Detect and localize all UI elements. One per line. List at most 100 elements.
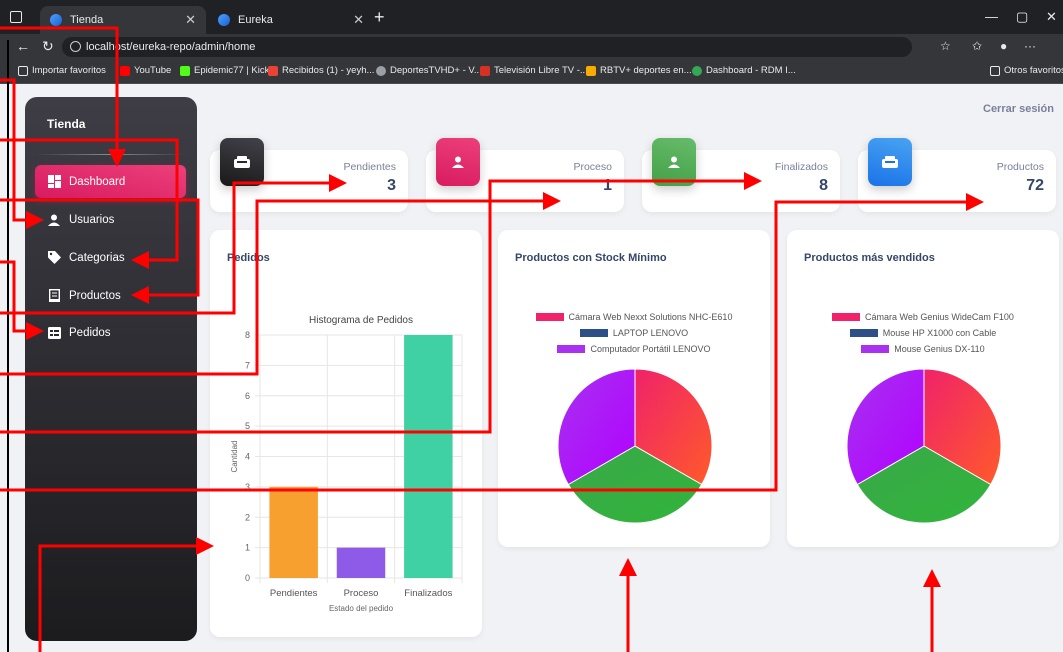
bookmark-rbtv[interactable]: RBTV+ deportes en...	[586, 65, 692, 76]
bar	[269, 486, 318, 578]
browser-titlebar: Tienda ✕ Eureka ✕ + — ▢ ✕	[0, 0, 1063, 34]
sidebar-item-categorias[interactable]: Categorias	[35, 241, 186, 274]
stat-value: 1	[603, 177, 612, 194]
x-tick-label: Pendientes	[270, 588, 318, 599]
inbox-icon	[882, 156, 898, 168]
url-text: localhost/eureka-repo/admin/home	[86, 41, 256, 53]
dashboard-bookmark-icon	[692, 65, 702, 76]
x-axis-label: Estado del pedido	[329, 604, 394, 613]
stat-badge	[220, 138, 264, 186]
gmail-icon	[268, 65, 278, 76]
pie-chart-vendidos	[846, 368, 1002, 524]
profile-icon[interactable]: ●	[1000, 39, 1007, 53]
tab-favicon-icon	[50, 14, 62, 26]
maximize-icon[interactable]: ▢	[1016, 9, 1028, 25]
chart-title: Histograma de Pedidos	[309, 315, 413, 326]
logout-link[interactable]: Cerrar sesión	[983, 103, 1054, 115]
orders-icon	[47, 326, 61, 340]
panel-pedidos: Pedidos Histograma de Pedidos 0 1 2 3 4 5 6 7 8 Pe…	[210, 230, 482, 637]
more-icon[interactable]: ···	[1024, 39, 1036, 53]
favorites-icon[interactable]: ✩	[972, 39, 982, 53]
user-badge-icon	[452, 156, 464, 168]
sidebar: Tienda Dashboard Usuarios Categorias Pro…	[25, 97, 197, 641]
folder-icon	[990, 65, 1000, 76]
y-tick-label: 3	[245, 482, 250, 492]
y-tick-label: 7	[245, 360, 250, 370]
url-input[interactable]: localhost/eureka-repo/admin/home	[62, 37, 912, 57]
x-tick-label: Proceso	[344, 588, 379, 599]
back-icon[interactable]: ←	[16, 38, 30, 54]
bookmark-youtube[interactable]: YouTube	[120, 65, 171, 76]
close-tab-icon[interactable]: ✕	[353, 12, 364, 28]
y-tick-label: 6	[245, 391, 250, 401]
bookmark-gmail[interactable]: Recibidos (1) - yeyh...	[268, 65, 374, 76]
tab-favicon-icon	[218, 14, 230, 26]
sidebar-item-label: Productos	[69, 289, 121, 302]
y-tick-label: 5	[245, 421, 250, 431]
tab-title: Tienda	[70, 14, 104, 26]
tv-icon	[480, 65, 490, 76]
new-tab-icon[interactable]: +	[374, 7, 385, 28]
stat-badge	[868, 138, 912, 186]
tab-tienda[interactable]: Tienda ✕	[40, 6, 206, 34]
sidebar-item-usuarios[interactable]: Usuarios	[35, 203, 186, 236]
sidebar-item-label: Categorias	[69, 251, 125, 264]
bar	[336, 547, 386, 578]
import-icon	[18, 65, 28, 76]
stat-value: 8	[819, 177, 828, 194]
reload-icon[interactable]: ↻	[42, 38, 54, 55]
stat-badge	[652, 138, 696, 186]
inbox-icon	[234, 156, 250, 168]
sidebar-item-label: Usuarios	[69, 213, 115, 226]
y-tick-label: 8	[245, 330, 250, 340]
minimize-icon[interactable]: —	[985, 9, 998, 24]
sidebar-brand[interactable]: Tienda	[47, 117, 85, 131]
tab-actions-icon[interactable]	[10, 11, 22, 23]
stat-badge	[436, 138, 480, 186]
bar	[404, 335, 453, 578]
sidebar-item-label: Dashboard	[69, 175, 126, 188]
bookmark-television[interactable]: Televisión Libre TV -...	[480, 65, 588, 76]
tag-icon	[47, 251, 61, 265]
address-bar: ← ↻ localhost/eureka-repo/admin/home ☆ ✩…	[0, 34, 1063, 60]
site-info-icon[interactable]	[70, 41, 81, 52]
stat-value: 72	[1026, 177, 1044, 194]
sidebar-item-label: Pedidos	[69, 326, 111, 339]
y-tick-label: 0	[245, 573, 250, 583]
stat-value: 3	[387, 177, 396, 194]
bookmark-import[interactable]: Importar favoritos	[18, 65, 106, 76]
stat-card-pendientes: Pendientes 3	[210, 138, 408, 212]
bookmark-otros[interactable]: Otros favoritos	[990, 65, 1063, 76]
rbtv-icon	[586, 65, 596, 76]
sidebar-item-pedidos[interactable]: Pedidos	[35, 316, 186, 349]
bookmark-deportes[interactable]: DeportesTVHD+ - V...	[376, 65, 482, 76]
y-axis-label: Cantidad	[230, 440, 239, 472]
bookmark-kick[interactable]: Epidemic77 | Kick	[180, 65, 269, 76]
favorite-star-icon[interactable]: ☆	[940, 39, 951, 53]
user-icon	[47, 213, 61, 227]
bar-chart: Histograma de Pedidos 0 1 2 3 4 5 6 7 8 Pendientes…	[230, 315, 463, 613]
y-tick-label: 2	[245, 512, 250, 522]
stat-label: Productos	[996, 161, 1044, 173]
stat-card-proceso: Proceso 1	[426, 138, 624, 212]
x-tick-label: Finalizados	[404, 588, 452, 599]
stat-card-finalizados: Finalizados 8	[642, 138, 840, 212]
close-tab-icon[interactable]: ✕	[185, 12, 196, 28]
sidebar-item-productos[interactable]: Productos	[35, 279, 186, 312]
tab-eureka[interactable]: Eureka ✕	[208, 6, 374, 34]
sidebar-divider	[35, 154, 187, 155]
y-tick-label: 4	[245, 452, 250, 462]
stat-label: Finalizados	[774, 161, 828, 173]
stat-label: Proceso	[573, 161, 612, 173]
stat-card-productos: Productos 72	[858, 138, 1056, 212]
bookmarks-bar: Importar favoritos YouTube Epidemic77 | …	[0, 60, 1063, 84]
close-window-icon[interactable]: ✕	[1046, 9, 1057, 25]
stat-label: Pendientes	[343, 161, 396, 173]
y-tick-label: 1	[245, 543, 250, 553]
bookmark-dashboard[interactable]: Dashboard - RDM I...	[692, 65, 796, 76]
sidebar-item-dashboard[interactable]: Dashboard	[35, 165, 186, 198]
tab-title: Eureka	[238, 14, 273, 26]
pie-chart-stock	[557, 368, 713, 524]
product-icon	[47, 289, 61, 303]
kick-icon	[180, 65, 190, 76]
